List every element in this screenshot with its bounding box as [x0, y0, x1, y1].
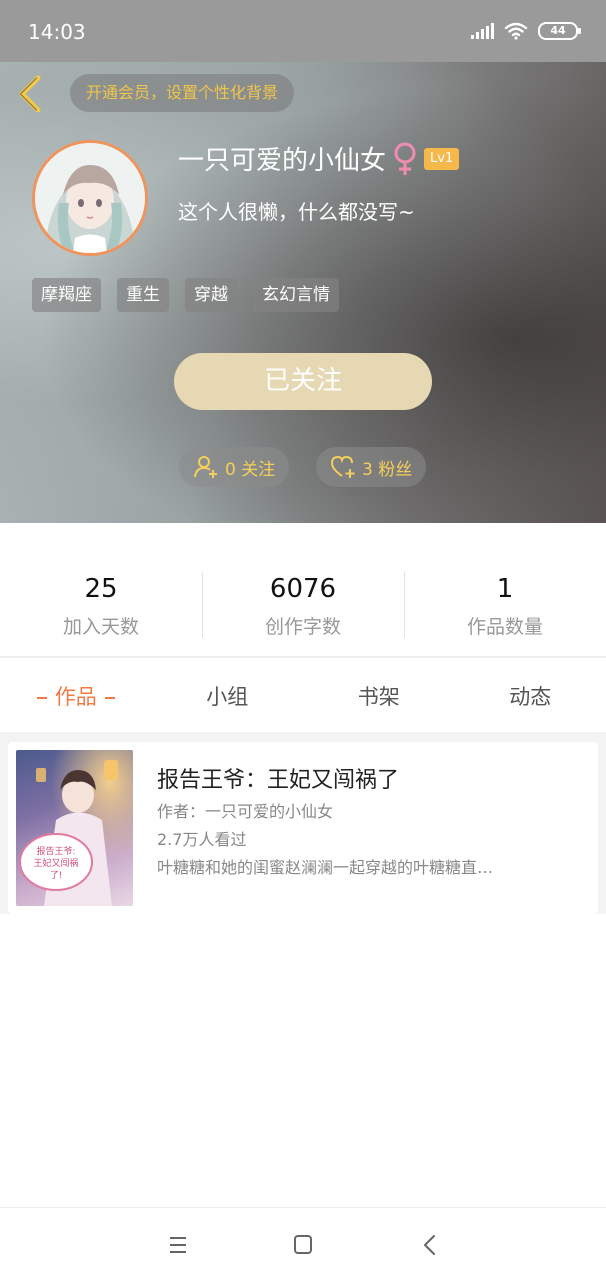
follow-button[interactable]: 已关注: [174, 353, 432, 410]
tab-label: 动态: [509, 685, 551, 709]
cover-text-line1: 报告王爷:: [36, 845, 75, 857]
status-bar: 14:03 44: [0, 0, 606, 62]
tab-group[interactable]: 小组: [152, 670, 304, 724]
status-time: 14:03: [28, 20, 86, 44]
book-title: 报告王爷：王妃又闯祸了: [157, 762, 399, 794]
signal-icon: [471, 23, 494, 39]
tab-label: 书架: [358, 685, 400, 709]
tab-works[interactable]: 作品: [0, 670, 152, 724]
profile-header: 开通会员，设置个性化背景 一只可爱的小仙女 Lv1 这个人很懒，什么都没写~ 摩…: [0, 62, 606, 523]
book-description: 叶糖糖和她的闺蜜赵澜澜一起穿越的叶糖糖直…: [157, 854, 557, 878]
username: 一只可爱的小仙女: [178, 140, 386, 177]
stat-value: 1: [404, 574, 606, 604]
nav-back-icon[interactable]: [412, 1228, 448, 1262]
book-cover-illustration: 报告王爷: 王妃又闯祸 了!: [16, 750, 133, 906]
tab-bar: 作品 小组 书架 动态: [0, 670, 606, 724]
stat-join-days: 25 加入天数: [0, 566, 202, 650]
heart-plus-icon: [330, 455, 356, 479]
fans-count-label: 3 粉丝: [362, 455, 412, 480]
tag-item: 摩羯座: [32, 278, 101, 312]
stat-label: 加入天数: [0, 612, 202, 639]
menu-icon[interactable]: [160, 1228, 196, 1262]
stat-works-count: 1 作品数量: [404, 566, 606, 650]
stat-label: 作品数量: [404, 612, 606, 639]
battery-icon: 44: [538, 22, 578, 40]
avatar-illustration: [35, 143, 145, 253]
tag-item: 穿越: [185, 278, 237, 312]
stat-label: 创作字数: [202, 612, 404, 639]
user-bio: 这个人很懒，什么都没写~: [178, 196, 415, 225]
wifi-icon: [504, 22, 528, 40]
tag-item: 玄幻言情: [253, 278, 339, 312]
tab-indicator-dash: [37, 697, 47, 699]
tab-label: 小组: [206, 685, 248, 709]
stat-value: 6076: [202, 574, 404, 604]
person-add-icon: [193, 455, 219, 479]
book-card[interactable]: 报告王爷: 王妃又闯祸 了! 报告王爷：王妃又闯祸了 作者：一只可爱的小仙女 2…: [8, 742, 598, 914]
stat-word-count: 6076 创作字数: [202, 566, 404, 650]
following-count-label: 0 关注: [225, 455, 275, 480]
avatar[interactable]: [32, 140, 148, 256]
tag-list: 摩羯座 重生 穿越 玄幻言情: [32, 278, 339, 312]
tab-indicator-dash: [105, 697, 115, 699]
book-views: 2.7万人看过: [157, 826, 246, 850]
cover-text-line3: 了!: [50, 870, 63, 881]
stats-row: 25 加入天数 6076 创作字数 1 作品数量: [0, 566, 606, 650]
back-icon[interactable]: [14, 74, 50, 114]
tab-label: 作品: [55, 685, 97, 709]
book-cover: 报告王爷: 王妃又闯祸 了!: [16, 750, 133, 906]
vip-background-banner[interactable]: 开通会员，设置个性化背景: [70, 74, 294, 112]
tab-activity[interactable]: 动态: [455, 670, 606, 724]
status-icons: 44: [471, 22, 578, 40]
username-row: 一只可爱的小仙女 Lv1: [178, 140, 459, 177]
tab-bookshelf[interactable]: 书架: [303, 670, 455, 724]
cover-text-line2: 王妃又闯祸: [33, 857, 78, 869]
home-square-icon[interactable]: [285, 1228, 321, 1262]
system-nav-bar: [0, 1207, 606, 1281]
stat-value: 25: [0, 574, 202, 604]
divider: [0, 656, 606, 658]
fans-count-button[interactable]: 3 粉丝: [316, 447, 426, 487]
book-author: 作者：一只可爱的小仙女: [157, 798, 333, 822]
level-badge: Lv1: [424, 148, 459, 170]
female-symbol-icon: [392, 141, 418, 177]
following-count-button[interactable]: 0 关注: [179, 447, 289, 487]
tag-item: 重生: [117, 278, 169, 312]
